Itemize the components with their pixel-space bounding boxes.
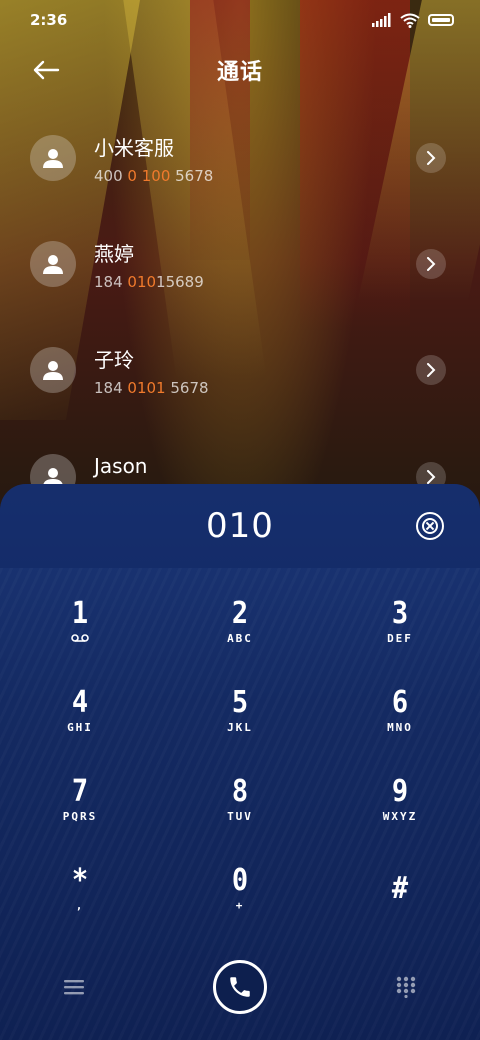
key-9[interactable]: 9 WXYZ bbox=[320, 766, 480, 855]
keypad: 1 2 ABC 3 DEF 4 GHI 5 JKL 6 MNO 7 PQRS 8… bbox=[0, 588, 480, 944]
key-letters: GHI bbox=[67, 721, 93, 734]
key-digit: 3 bbox=[391, 596, 409, 631]
key-digit: 4 bbox=[71, 685, 89, 720]
key-6[interactable]: 6 MNO bbox=[320, 677, 480, 766]
key-0[interactable]: 0 + bbox=[160, 855, 320, 944]
key-digit: 1 bbox=[71, 596, 89, 631]
key-5[interactable]: 5 JKL bbox=[160, 677, 320, 766]
key-7[interactable]: 7 PQRS bbox=[0, 766, 160, 855]
clear-icon bbox=[422, 518, 438, 534]
contact-name: Jason bbox=[94, 454, 148, 478]
chevron-right-icon bbox=[427, 257, 436, 271]
wifi-icon bbox=[400, 13, 420, 28]
contact-number: 400 0 100 5678 bbox=[94, 166, 214, 185]
key-2[interactable]: 2 ABC bbox=[160, 588, 320, 677]
person-icon bbox=[43, 255, 63, 274]
status-bar: 2:36 bbox=[0, 0, 480, 40]
signal-icon bbox=[372, 13, 391, 27]
key-letters: , bbox=[75, 899, 85, 912]
dial-number-input[interactable]: 010 bbox=[206, 506, 274, 546]
contact-item[interactable]: 小米客服 400 0 100 5678 bbox=[0, 110, 480, 206]
key-digit: 8 bbox=[231, 774, 249, 809]
key-letters: + bbox=[235, 899, 245, 912]
key-letters: PQRS bbox=[62, 810, 98, 823]
key-letters: MNO bbox=[387, 721, 413, 734]
contact-name: 燕婷 bbox=[94, 241, 134, 266]
clear-button[interactable] bbox=[416, 512, 444, 540]
key-digit: 0 bbox=[231, 863, 249, 898]
chevron-right-icon bbox=[427, 470, 436, 484]
person-icon bbox=[43, 149, 63, 168]
keypad-icon bbox=[396, 976, 416, 998]
person-icon bbox=[43, 361, 63, 380]
avatar bbox=[30, 241, 76, 287]
contact-number: 184 0101 5678 bbox=[94, 378, 209, 397]
key-4[interactable]: 4 GHI bbox=[0, 677, 160, 766]
key-hash[interactable]: # bbox=[320, 855, 480, 944]
key-star[interactable]: * , bbox=[0, 855, 160, 944]
key-letters: TUV bbox=[227, 810, 253, 823]
key-3[interactable]: 3 DEF bbox=[320, 588, 480, 677]
battery-icon bbox=[428, 14, 454, 26]
key-digit: 7 bbox=[71, 774, 89, 809]
key-digit: 9 bbox=[391, 774, 409, 809]
screen: 2:36 通话 小米客服 400 0 100 5678 燕婷 184 01015… bbox=[0, 0, 480, 1040]
key-digit: 2 bbox=[231, 596, 249, 631]
key-letters: WXYZ bbox=[382, 810, 418, 823]
avatar bbox=[30, 135, 76, 181]
contact-name: 子玲 bbox=[94, 347, 134, 372]
menu-icon bbox=[64, 980, 84, 995]
key-digit: 5 bbox=[231, 685, 249, 720]
phone-icon bbox=[230, 977, 250, 997]
contact-details-button[interactable] bbox=[416, 143, 446, 173]
key-8[interactable]: 8 TUV bbox=[160, 766, 320, 855]
contact-number: 184 01015689 bbox=[94, 272, 204, 291]
page-title: 通话 bbox=[216, 60, 263, 85]
chevron-right-icon bbox=[427, 151, 436, 165]
key-letters: JKL bbox=[227, 721, 253, 734]
dial-input-row: 010 bbox=[0, 484, 480, 568]
menu-button[interactable] bbox=[62, 975, 86, 999]
dialpad-bottom-bar bbox=[0, 960, 480, 1014]
keypad-toggle-button[interactable] bbox=[394, 975, 418, 999]
status-icons bbox=[372, 13, 454, 28]
arrow-left-icon bbox=[33, 60, 60, 80]
header: 通话 bbox=[0, 48, 480, 92]
key-letters: DEF bbox=[387, 632, 413, 645]
contact-item[interactable]: 燕婷 184 01015689 bbox=[0, 216, 480, 312]
key-digit: * bbox=[71, 863, 89, 898]
call-button[interactable] bbox=[213, 960, 267, 1014]
key-1[interactable]: 1 bbox=[0, 588, 160, 677]
chevron-right-icon bbox=[427, 363, 436, 377]
contact-name: 小米客服 bbox=[94, 135, 174, 160]
key-letters: ABC bbox=[227, 632, 253, 645]
avatar bbox=[30, 347, 76, 393]
contact-details-button[interactable] bbox=[416, 249, 446, 279]
back-button[interactable] bbox=[30, 54, 62, 86]
dialpad-panel: 010 1 2 ABC 3 DEF 4 GHI 5 JKL 6 MNO 7 PQ… bbox=[0, 484, 480, 1040]
key-digit: 6 bbox=[391, 685, 409, 720]
voicemail-icon bbox=[71, 634, 89, 642]
contact-item[interactable]: 子玲 184 0101 5678 bbox=[0, 322, 480, 418]
key-digit: # bbox=[391, 871, 409, 906]
status-time: 2:36 bbox=[30, 11, 68, 29]
contact-details-button[interactable] bbox=[416, 355, 446, 385]
